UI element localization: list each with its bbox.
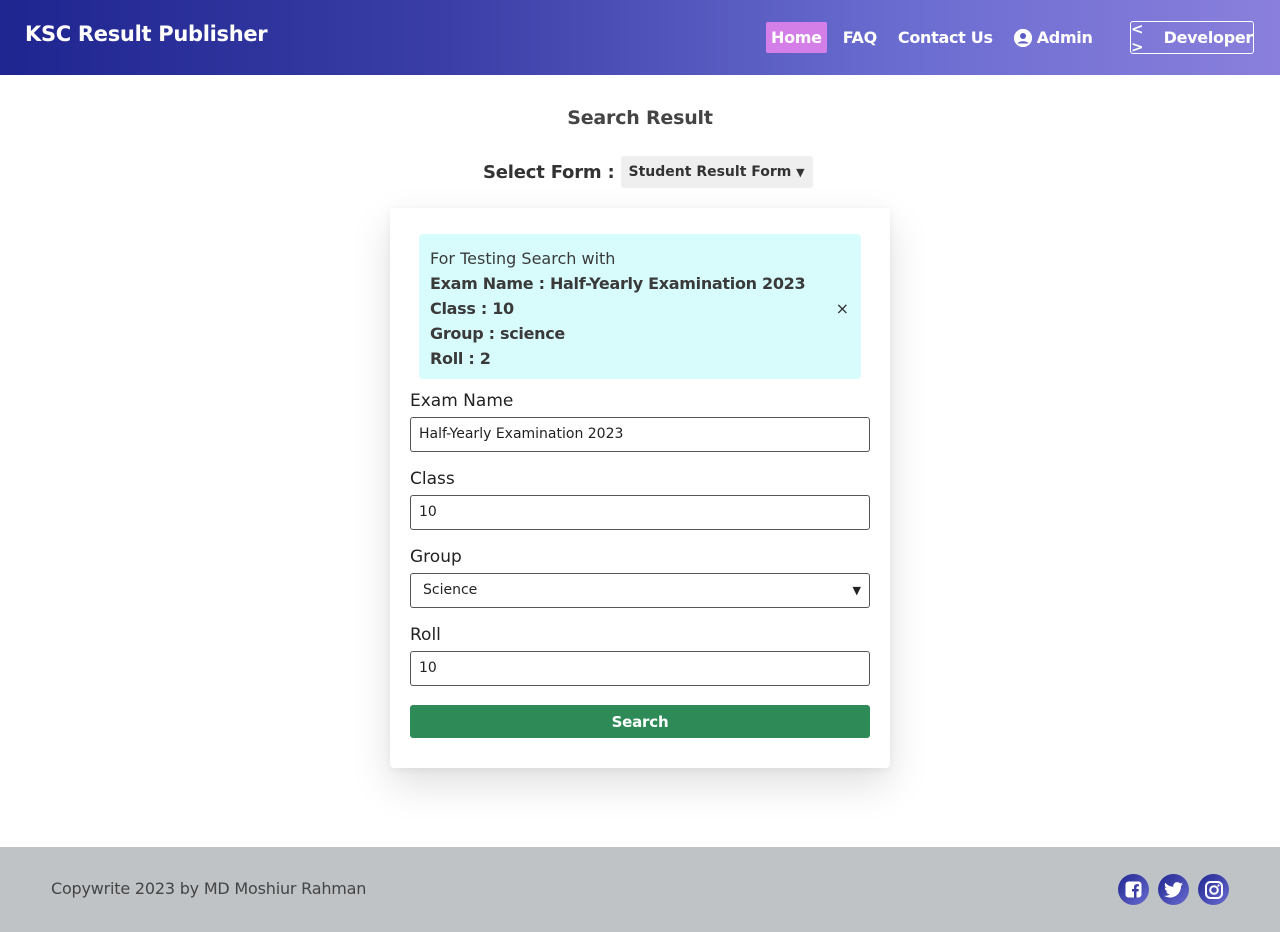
form-select-label: Select Form : xyxy=(483,161,615,183)
group-select[interactable]: Science ▼ xyxy=(410,573,870,608)
testing-alert: For Testing Search with Exam Name : Half… xyxy=(419,234,861,379)
page-title: Search Result xyxy=(567,107,713,129)
alert-line-exam: Exam Name : Half-Yearly Examination 2023 xyxy=(430,274,806,293)
social-links xyxy=(1118,874,1229,905)
search-button[interactable]: Search xyxy=(410,705,870,738)
alert-intro: For Testing Search with xyxy=(430,249,616,268)
alert-line-roll: Roll : 2 xyxy=(430,349,491,368)
nav-home[interactable]: Home xyxy=(766,22,827,53)
developer-label: Developer xyxy=(1163,28,1254,47)
nav-home-label: Home xyxy=(771,28,822,47)
roll-label: Roll xyxy=(410,625,441,645)
instagram-icon[interactable] xyxy=(1198,874,1229,905)
nav-contact-us[interactable]: Contact Us xyxy=(893,22,998,53)
exam-name-field: Exam Name Half-Yearly Examination 2023 xyxy=(410,390,870,452)
developer-button[interactable]: < > Developer xyxy=(1130,19,1254,56)
search-card: For Testing Search with Exam Name : Half… xyxy=(390,208,890,768)
group-label: Group xyxy=(410,547,462,567)
class-field: Class 10 xyxy=(410,468,870,530)
class-label: Class xyxy=(410,469,455,489)
alert-line-class: Class : 10 xyxy=(430,299,514,318)
chevron-down-icon: ▼ xyxy=(796,165,805,179)
navbar: KSC Result Publisher Home FAQ Contact Us… xyxy=(0,0,1280,75)
roll-field: Roll 10 xyxy=(410,624,870,686)
chevron-down-icon: ▼ xyxy=(852,584,861,597)
form-select[interactable]: Student Result Form ▼ xyxy=(620,156,813,188)
nav-admin[interactable]: Admin xyxy=(1009,22,1098,53)
exam-name-input[interactable]: Half-Yearly Examination 2023 xyxy=(410,417,870,452)
nav-faq-label: FAQ xyxy=(842,28,877,47)
nav-faq[interactable]: FAQ xyxy=(838,22,882,53)
facebook-icon[interactable] xyxy=(1118,874,1149,905)
group-select-value: Science xyxy=(423,582,478,598)
exam-name-label: Exam Name xyxy=(410,391,514,411)
class-input[interactable]: 10 xyxy=(410,495,870,530)
nav-contact-label: Contact Us xyxy=(897,28,993,47)
form-select-row: Select Form : Student Result Form ▼ xyxy=(483,156,813,188)
group-field: Group Science ▼ xyxy=(410,546,870,608)
close-icon[interactable]: × xyxy=(836,296,849,321)
brand-title[interactable]: KSC Result Publisher xyxy=(25,22,268,46)
form-select-value: Student Result Form xyxy=(628,164,792,180)
footer: Copywrite 2023 by MD Moshiur Rahman xyxy=(0,847,1280,932)
nav-links: Home FAQ Contact Us Admin xyxy=(766,22,1109,53)
twitter-icon[interactable] xyxy=(1158,874,1189,905)
roll-input[interactable]: 10 xyxy=(410,651,870,686)
code-brackets-icon: < > xyxy=(1131,19,1144,56)
nav-admin-label: Admin xyxy=(1036,28,1093,47)
user-circle-icon xyxy=(1013,28,1032,47)
copyright-text: Copywrite 2023 by MD Moshiur Rahman xyxy=(51,879,367,898)
alert-line-group: Group : science xyxy=(430,324,565,343)
